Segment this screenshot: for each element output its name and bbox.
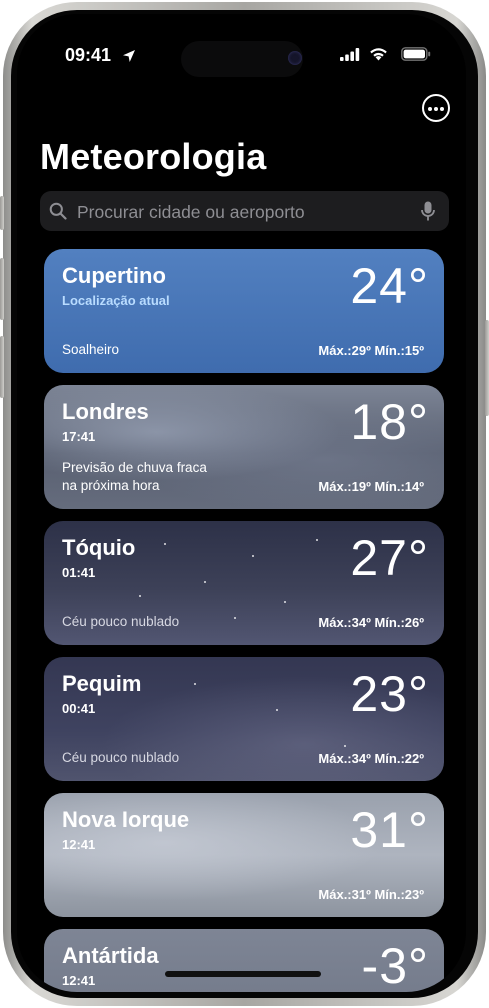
location-card-nova-iorque[interactable]: Nova Iorque 12:41 31° Máx.:31º Mín.:23º <box>44 793 444 917</box>
star <box>139 595 141 597</box>
search-field[interactable]: Procurar cidade ou aeroporto <box>40 191 449 231</box>
temperature: 31° <box>350 802 429 858</box>
location-arrow-icon <box>123 50 135 62</box>
temperature: 27° <box>350 530 429 586</box>
location-card-toquio[interactable]: Tóquio 01:41 27° Céu pouco nublado Máx.:… <box>44 521 444 645</box>
high-low: Máx.:34º Mín.:26º <box>318 615 424 630</box>
city-name: Cupertino <box>62 263 166 288</box>
screen: 09:41 Meteorologia Procurar cidade ou ae… <box>17 14 466 992</box>
battery-icon <box>401 47 431 61</box>
star <box>344 745 346 747</box>
star <box>316 539 318 541</box>
search-placeholder: Procurar cidade ou aeroporto <box>77 202 305 222</box>
ellipsis-dot <box>428 107 432 111</box>
high-low: Máx.:31º Mín.:23º <box>318 887 424 902</box>
condition: Previsão de chuva fraca na próxima hora <box>62 459 207 495</box>
dynamic-island <box>181 41 303 77</box>
ellipsis-dot <box>440 107 444 111</box>
star <box>234 617 236 619</box>
more-options-button[interactable] <box>422 94 450 122</box>
star <box>164 543 166 545</box>
ellipsis-dot <box>434 107 438 111</box>
condition-line: na próxima hora <box>62 478 160 493</box>
temperature: -3° <box>361 938 429 992</box>
local-time: 01:41 <box>62 565 96 580</box>
home-indicator[interactable] <box>165 971 321 977</box>
search-icon <box>49 202 67 220</box>
location-card-cupertino[interactable]: Cupertino Localização atual 24° Soalheir… <box>44 249 444 373</box>
condition: Céu pouco nublado <box>62 750 180 765</box>
temperature: 24° <box>350 258 429 314</box>
star <box>276 709 278 711</box>
high-low: Máx.:34º Mín.:22º <box>318 751 424 766</box>
cellular-signal-icon <box>340 48 360 61</box>
city-name: Nova Iorque <box>62 807 190 832</box>
star <box>252 555 254 557</box>
city-name: Tóquio <box>62 535 136 560</box>
condition: Soalheiro <box>62 342 120 357</box>
page-title: Meteorologia <box>40 136 267 177</box>
city-name: Antártida <box>62 943 159 968</box>
status-time: 09:41 <box>65 45 112 65</box>
wifi-icon <box>370 48 387 61</box>
condition-line: Previsão de chuva fraca <box>62 460 207 475</box>
local-time: 12:41 <box>62 973 96 988</box>
local-time: 12:41 <box>62 837 96 852</box>
star <box>204 581 206 583</box>
location-card-antartida[interactable]: Antártida 12:41 -3° <box>44 929 444 992</box>
location-card-londres[interactable]: Londres 17:41 18° Previsão de chuva frac… <box>44 385 444 509</box>
current-location-label: Localização atual <box>62 293 170 308</box>
star <box>194 683 196 685</box>
high-low: Máx.:19º Mín.:14º <box>318 479 424 494</box>
star <box>284 601 286 603</box>
microphone-icon[interactable] <box>421 201 435 222</box>
city-name: Pequim <box>62 671 142 696</box>
condition: Céu pouco nublado <box>62 614 180 629</box>
high-low: Máx.:29º Mín.:15º <box>318 343 424 358</box>
temperature: 23° <box>350 666 429 722</box>
temperature: 18° <box>350 394 429 450</box>
city-name: Londres <box>62 399 149 424</box>
local-time: 17:41 <box>62 429 96 444</box>
local-time: 00:41 <box>62 701 96 716</box>
location-card-pequim[interactable]: Pequim 00:41 23° Céu pouco nublado Máx.:… <box>44 657 444 781</box>
front-camera <box>288 51 302 65</box>
